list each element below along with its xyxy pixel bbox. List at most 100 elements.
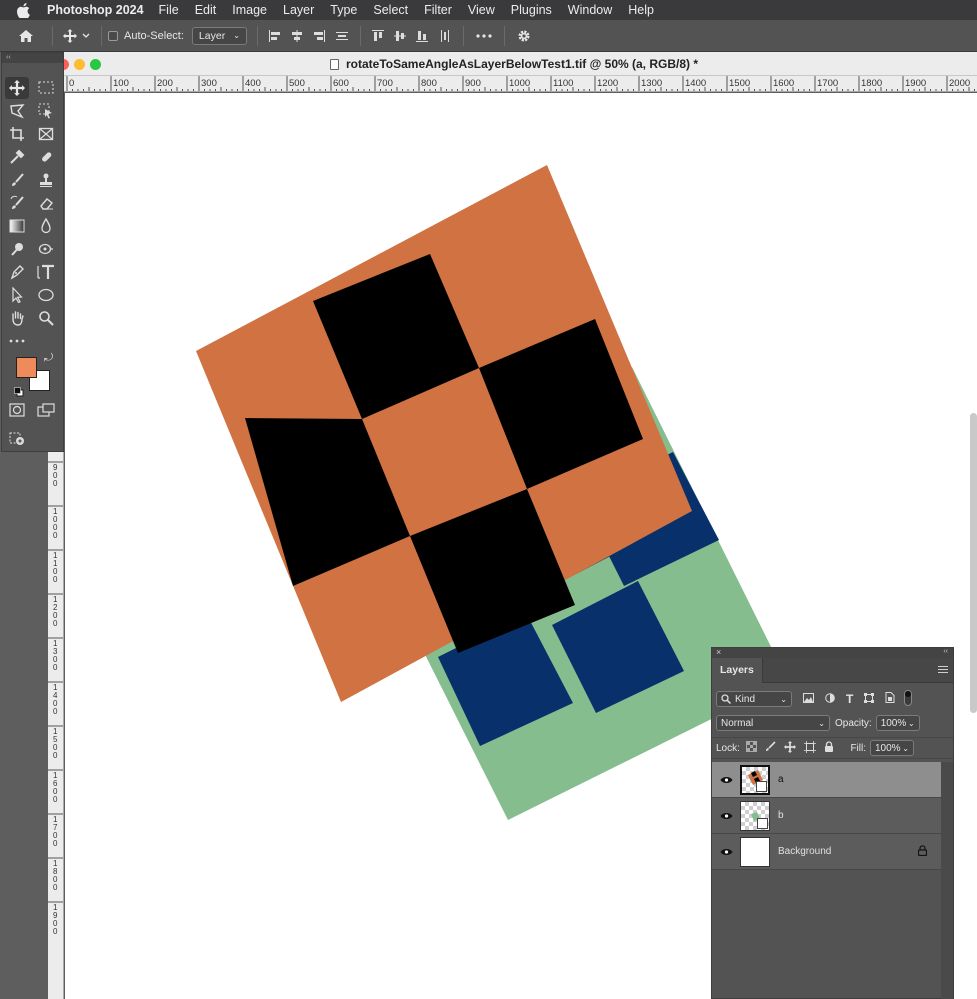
fill-input[interactable]: 100% ⌄ [870,740,914,756]
type-tool-icon[interactable] [34,261,58,283]
adjustment-layer-filter-icon[interactable] [825,692,835,706]
rectangular-marquee-icon[interactable] [34,77,58,99]
auto-select-target-dropdown[interactable]: Layer ⌄ [191,26,247,45]
blend-mode-dropdown[interactable]: Normal ⌄ [716,715,830,731]
history-brush-icon[interactable] [5,192,29,214]
options-separator [52,25,53,46]
app-name-menu[interactable]: Photoshop 2024 [47,3,144,17]
menu-type[interactable]: Type [330,3,357,17]
spot-healing-brush-icon[interactable] [34,146,58,168]
gear-icon[interactable] [511,25,537,47]
menu-edit[interactable]: Edit [195,3,217,17]
visibility-eye-icon[interactable] [712,776,740,784]
brush-tool-icon[interactable] [5,169,29,191]
menu-window[interactable]: Window [568,3,612,17]
fill-value: 100% [875,742,901,754]
auto-select-checkbox[interactable] [108,30,118,41]
swap-colors-icon[interactable]: ⤾ [44,352,53,365]
gradient-tool-icon[interactable] [5,215,29,237]
lasso-tool-icon[interactable] [5,100,29,122]
visibility-eye-icon[interactable] [712,812,740,820]
apple-icon[interactable] [17,2,35,18]
object-selection-icon[interactable] [34,100,58,122]
layers-panel-tabs: Layers [712,658,953,683]
path-selection-icon[interactable] [5,284,29,306]
menu-file[interactable]: File [159,3,179,17]
filter-kind-dropdown[interactable]: Kind ⌄ [716,691,792,707]
menu-filter[interactable]: Filter [424,3,452,17]
zoom-window-button[interactable] [90,59,101,70]
edit-toolbar-icon[interactable] [5,330,29,352]
foreground-color-swatch[interactable] [16,357,37,378]
align-horizontal-centers-icon[interactable] [286,25,308,47]
collapse-panel-icon[interactable]: ‹‹ [943,648,948,655]
blur-tool-icon[interactable] [34,215,58,237]
home-icon[interactable] [6,25,46,47]
minimize-window-button[interactable] [74,59,85,70]
clone-stamp-icon[interactable] [34,169,58,191]
hand-tool-icon[interactable] [5,307,29,329]
zoom-tool-icon[interactable] [34,307,58,329]
smart-object-filter-icon[interactable] [885,692,895,706]
layer-row-background[interactable]: Background [712,834,941,870]
lock-position-icon[interactable] [783,740,796,756]
menu-layer[interactable]: Layer [283,3,314,17]
lock-transparent-pixels-icon[interactable] [745,741,757,755]
lock-all-icon[interactable] [824,740,834,756]
quick-mask-icon[interactable] [5,399,29,421]
ruler-tick-label: 0 [53,751,58,760]
move-tool-icon[interactable] [5,77,29,99]
horizontal-ruler[interactable]: 0 100 200 300 400 500 600 700 800 900 1000 1100 1200… [48,76,977,92]
move-tool-preset-icon[interactable] [59,25,95,47]
crop-tool-icon[interactable] [5,123,29,145]
align-left-edges-icon[interactable] [264,25,286,47]
menu-select[interactable]: Select [373,3,408,17]
eraser-tool-icon[interactable] [34,192,58,214]
tools-collapse-icon[interactable]: ‹‹ [2,53,63,63]
menu-image[interactable]: Image [232,3,267,17]
layers-panel-header: × ‹‹ [712,647,953,658]
menu-help[interactable]: Help [628,3,654,17]
lock-image-pixels-icon[interactable] [765,741,776,755]
smudge-tool-icon[interactable] [34,238,58,260]
distribute-vertical-icon[interactable] [433,25,457,47]
screen-mode-icon[interactable] [34,399,58,421]
more-options-icon[interactable] [470,25,498,47]
opacity-input[interactable]: 100% ⌄ [875,715,920,731]
generative-fill-icon[interactable] [5,427,29,449]
visibility-eye-icon[interactable] [712,848,740,856]
pen-tool-icon[interactable] [5,261,29,283]
menu-bar: Photoshop 2024 File Edit Image Layer Typ… [0,0,977,20]
lock-icon[interactable] [917,844,928,859]
dodge-tool-icon[interactable] [5,238,29,260]
pixel-layer-filter-icon[interactable] [803,692,814,706]
tab-layers[interactable]: Layers [712,658,763,683]
distribute-horizontal-icon[interactable] [330,25,354,47]
ruler-tick-label: 300 [201,78,217,89]
align-bottom-edges-icon[interactable] [411,25,433,47]
lock-artboard-icon[interactable] [803,740,816,756]
align-top-edges-icon[interactable] [367,25,389,47]
ruler-tick-label: 200 [157,78,173,89]
align-vertical-centers-icon[interactable] [389,25,411,47]
shape-layer-filter-icon[interactable] [864,692,875,706]
layer-row-b[interactable]: b [712,798,941,834]
chevron-down-icon: ⌄ [233,31,240,40]
layer-a-thumbnail [740,764,770,795]
canvas-vertical-scrollbar[interactable] [970,413,977,713]
layers-scrollbar[interactable] [941,762,953,999]
layer-row-a[interactable]: a [712,762,941,798]
type-layer-filter-icon[interactable]: T [846,692,853,706]
menu-plugins[interactable]: Plugins [511,3,552,17]
options-separator [462,25,464,46]
eyedropper-icon[interactable] [5,146,29,168]
menu-view[interactable]: View [468,3,495,17]
close-icon[interactable]: × [716,647,721,657]
align-right-edges-icon[interactable] [308,25,330,47]
ruler-tick-label: 600 [333,78,349,89]
ellipse-tool-icon[interactable] [34,284,58,306]
ruler-tick-label: 1100 [553,78,574,89]
frame-tool-icon[interactable] [34,123,58,145]
panel-menu-icon[interactable] [938,666,948,675]
filter-toggle-switch[interactable] [904,689,913,709]
